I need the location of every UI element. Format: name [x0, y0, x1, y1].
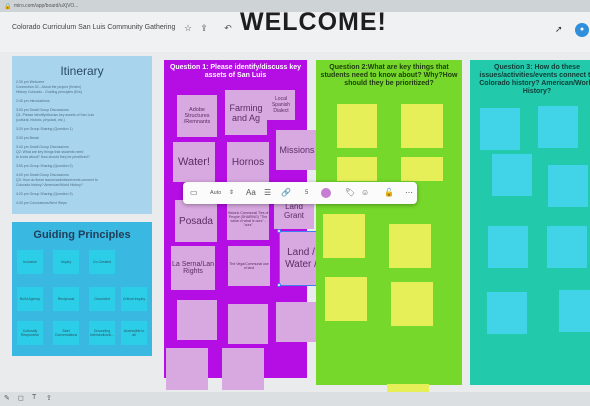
empty-sticky-note[interactable] [323, 214, 365, 258]
font-size-select[interactable]: Auto [210, 190, 221, 196]
empty-sticky-note[interactable] [276, 302, 316, 342]
align-icon[interactable]: ☰ [264, 188, 271, 197]
resize-handle[interactable] [277, 229, 281, 233]
empty-sticky-note[interactable] [325, 277, 367, 321]
question-2-title: Question 2:What are key things that stud… [320, 64, 458, 87]
itinerary-line: 3:55 pm Group Sharing (Question 2) [16, 164, 73, 168]
sticky-note[interactable]: Farming and Ag [225, 90, 267, 135]
sticky-note[interactable]: Grounding Intersectional... [89, 321, 115, 345]
link-icon[interactable]: 🔗 [281, 188, 291, 197]
sticky-note[interactable]: Start Conversations [53, 321, 79, 345]
sticky-note[interactable]: Co-Created [89, 250, 115, 274]
text-icon[interactable]: T [32, 394, 36, 401]
sticky-note[interactable]: Historic Communal Ties of People (SHARIN… [227, 198, 269, 240]
secure-lock-icon: 🔒 [4, 4, 12, 10]
sticky-note[interactable]: Posada [175, 200, 217, 242]
color-icon[interactable] [321, 188, 331, 198]
sticky-note[interactable]: The Vega/Communal use of land [228, 246, 270, 286]
empty-sticky-note[interactable] [480, 108, 520, 150]
itinerary-line: to know about? How should they be priori… [16, 155, 90, 159]
itinerary-line: 2:30 pm Welcome [16, 80, 45, 84]
empty-sticky-note[interactable] [487, 292, 527, 334]
url-text[interactable]: miro.com/app/board/uXjVO... [14, 3, 78, 9]
empty-sticky-note[interactable] [177, 300, 217, 340]
empty-sticky-note[interactable] [401, 104, 443, 148]
empty-sticky-note[interactable] [401, 157, 443, 181]
sticky-note[interactable]: Water! [173, 142, 215, 182]
empty-sticky-note[interactable] [337, 157, 377, 181]
itinerary-line: 4:30 pm Conclusions/Next Steps [16, 201, 67, 205]
empty-sticky-note[interactable] [548, 165, 588, 207]
itinerary-line: Connection 30 - About the project (Krist… [16, 85, 81, 89]
empty-sticky-note[interactable] [488, 226, 528, 268]
sticky-note[interactable]: Build Agency [17, 287, 43, 311]
sticky-note[interactable]: La Serna/Lan Rights [171, 246, 215, 290]
welcome-heading: WELCOME! [240, 8, 387, 36]
itinerary-line: 4:00 pm Small Group Discussions [16, 173, 69, 177]
sticky-note[interactable]: Culturally Responsive [17, 321, 43, 345]
tag-icon[interactable]: 🏷 [345, 188, 355, 197]
cursor-icon[interactable]: ➚ [555, 24, 563, 35]
shape-icon[interactable]: ◻ [18, 394, 24, 402]
sticky-note[interactable]: Grounded [89, 287, 115, 311]
upload-icon[interactable]: ⇪ [198, 23, 210, 34]
sticky-note[interactable]: Inquiry [53, 250, 79, 274]
itinerary-line: Colorado history? American/World History… [16, 183, 83, 187]
sticky-note[interactable]: Adobe Structures /Remnants [177, 95, 217, 137]
empty-sticky-note[interactable] [222, 348, 264, 390]
empty-sticky-note[interactable] [492, 154, 532, 196]
empty-sticky-note[interactable] [166, 348, 208, 390]
itinerary-line: Q1: Please identify/discuss key assets o… [16, 113, 95, 117]
itinerary-line: 4:20 pm Group Sharing (Question 3) [16, 192, 73, 196]
empty-sticky-note[interactable] [538, 106, 578, 148]
empty-sticky-note[interactable] [228, 304, 268, 344]
guiding-principles-title: Guiding Principles [33, 229, 131, 241]
emoji-icon[interactable]: ☺ [361, 188, 369, 197]
sticky-note[interactable]: Accessible to all [121, 321, 147, 345]
upload-icon[interactable]: ⇪ [46, 394, 52, 402]
empty-sticky-note[interactable] [547, 226, 587, 268]
board-title[interactable]: Colorado Curriculum San Luis Community G… [12, 24, 192, 31]
star-icon[interactable]: ☆ [182, 23, 194, 34]
sticky-note[interactable]: Inclusive [17, 250, 43, 274]
itinerary-line: Q2: What are key things that students ne… [16, 150, 84, 154]
itinerary-line: 2:45 pm Introductions [16, 99, 50, 103]
itinerary-line: 3:40 pm Small Group Discussions [16, 145, 69, 149]
itinerary-line: 3:00 pm Small Group Discussions [16, 108, 69, 112]
sticky-note[interactable]: Reciprocal [53, 287, 79, 311]
question-1-title: Question 1: Please identify/discuss key … [169, 64, 302, 79]
lock-icon[interactable]: 🔓 [384, 188, 394, 197]
sticky-note[interactable]: Critical Inquiry [121, 287, 147, 311]
sticky-note[interactable]: Hornos [227, 142, 269, 182]
itinerary-title: Itinerary [60, 64, 104, 78]
empty-sticky-note[interactable] [559, 290, 590, 332]
empty-sticky-note[interactable] [337, 104, 377, 148]
question-3-title: Question 3: How do these issues/activiti… [479, 64, 590, 95]
more-icon[interactable]: ⋯ [405, 188, 413, 197]
resize-handle[interactable] [277, 283, 281, 287]
chevron-updown-icon[interactable]: ⇕ [229, 189, 234, 196]
sticky-note[interactable]: Local Spanish Dialect [267, 90, 295, 120]
pen-icon[interactable]: ✎ [4, 394, 10, 402]
count-label: 5 [305, 190, 309, 196]
undo-icon[interactable]: ↶ [222, 23, 234, 34]
avatar[interactable]: ● [575, 23, 589, 37]
itinerary-line: History Colorado - Guiding principles (E… [16, 90, 83, 94]
bottom-toolbar [0, 392, 590, 406]
itinerary-line: 3:30 pm Break [16, 136, 39, 140]
empty-sticky-note[interactable] [389, 224, 431, 268]
empty-sticky-note[interactable] [391, 282, 433, 326]
sticky-note-icon[interactable]: ▭ [190, 188, 198, 197]
itinerary-line: 3:20 pm Group Sharing (Question 1) [16, 127, 73, 131]
sticky-note[interactable]: Missions [276, 130, 318, 170]
itinerary-line: (cultural, historic, physical, etc.) [16, 118, 65, 122]
itinerary-line: Q3: How do these issues/activities/event… [16, 178, 98, 182]
text-style-button[interactable]: Aa [246, 188, 256, 197]
